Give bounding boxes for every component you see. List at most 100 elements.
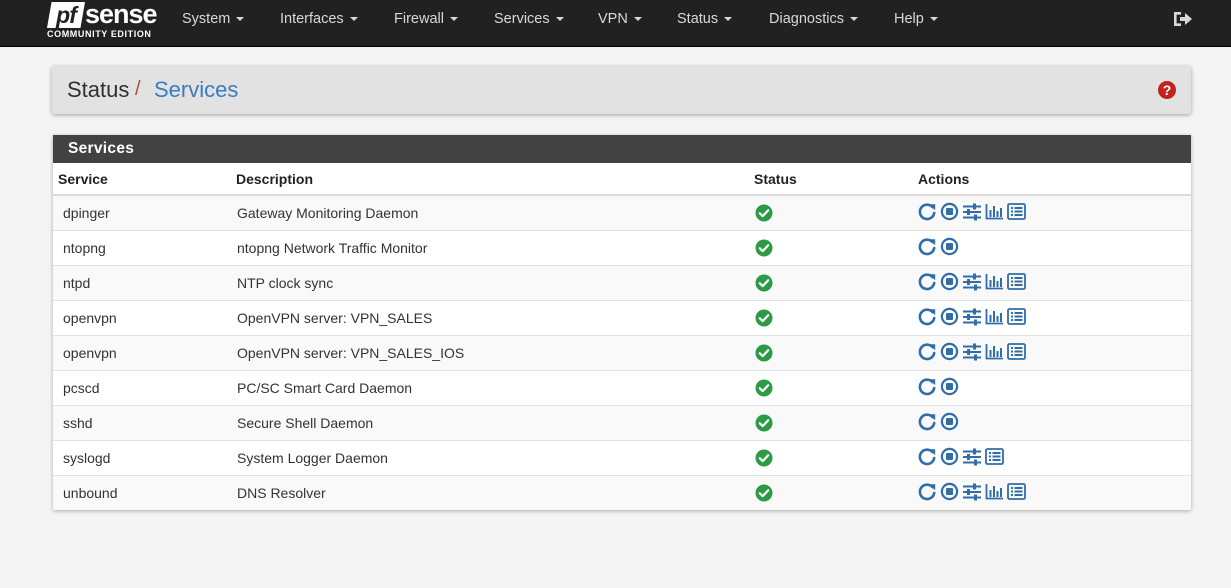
logs-icon[interactable] <box>1007 483 1026 503</box>
service-description: Secure Shell Daemon <box>231 405 749 441</box>
status-graph-icon[interactable] <box>985 308 1004 328</box>
panel-title: Services <box>68 140 135 157</box>
status-graph-icon[interactable] <box>985 273 1004 293</box>
restart-icon[interactable] <box>917 237 937 260</box>
status-graph-icon[interactable] <box>985 483 1004 503</box>
nav-diagnostics[interactable]: Diagnostics <box>769 0 858 38</box>
service-status <box>749 194 913 231</box>
running-status-icon <box>755 484 773 502</box>
settings-icon[interactable] <box>962 343 982 364</box>
restart-icon[interactable] <box>917 342 937 365</box>
service-description: OpenVPN server: VPN_SALES <box>231 300 749 336</box>
caret-down-icon <box>929 17 938 22</box>
restart-icon[interactable] <box>917 202 937 225</box>
nav-status[interactable]: Status <box>677 0 733 38</box>
table-row: sshd Secure Shell Daemon <box>53 405 1191 441</box>
service-name: sshd <box>53 405 231 441</box>
service-name: ntpd <box>53 265 231 301</box>
caret-down-icon <box>724 17 733 22</box>
table-row: ntopng ntopng Network Traffic Monitor <box>53 230 1191 266</box>
service-actions <box>913 230 1191 266</box>
restart-icon[interactable] <box>917 412 937 435</box>
page-title[interactable]: Services <box>154 77 238 103</box>
stop-icon[interactable] <box>940 272 959 294</box>
pfsense-logo[interactable]: pf sense COMMUNITY EDITION <box>47 0 158 42</box>
logout-icon[interactable] <box>1172 9 1194 29</box>
service-actions <box>913 335 1191 371</box>
logs-icon[interactable] <box>1007 343 1026 363</box>
nav-vpn[interactable]: VPN <box>598 0 642 38</box>
services-table: Service Description Status Actions dping… <box>53 163 1191 510</box>
stop-icon[interactable] <box>940 307 959 329</box>
settings-icon[interactable] <box>962 308 982 329</box>
breadcrumb-parent[interactable]: Status <box>67 77 129 103</box>
stop-icon[interactable] <box>940 342 959 364</box>
stop-icon[interactable] <box>940 237 959 259</box>
stop-icon[interactable] <box>940 377 959 399</box>
service-actions <box>913 405 1191 441</box>
panel-heading: Services <box>53 135 1191 163</box>
settings-icon[interactable] <box>962 203 982 224</box>
service-status <box>749 405 913 441</box>
nav-help-label: Help <box>894 11 924 27</box>
service-description: PC/SC Smart Card Daemon <box>231 370 749 406</box>
service-description: DNS Resolver <box>231 475 749 510</box>
running-status-icon <box>755 274 773 292</box>
running-status-icon <box>755 204 773 222</box>
stop-icon[interactable] <box>940 412 959 434</box>
caret-down-icon <box>633 17 642 22</box>
column-header-status: Status <box>749 163 913 196</box>
logo-pf-mark: pf <box>47 2 85 28</box>
service-name: openvpn <box>53 335 231 371</box>
restart-icon[interactable] <box>917 482 937 505</box>
nav-interfaces-label: Interfaces <box>280 11 344 27</box>
service-description: ntopng Network Traffic Monitor <box>231 230 749 266</box>
status-graph-icon[interactable] <box>985 343 1004 363</box>
settings-icon[interactable] <box>962 448 982 469</box>
settings-icon[interactable] <box>962 273 982 294</box>
logo-edition-text: COMMUNITY EDITION <box>47 29 152 39</box>
nav-services[interactable]: Services <box>494 0 564 38</box>
logs-icon[interactable] <box>1007 308 1026 328</box>
status-graph-icon[interactable] <box>985 203 1004 223</box>
stop-icon[interactable] <box>940 202 959 224</box>
running-status-icon <box>755 414 773 432</box>
service-status <box>749 475 913 510</box>
restart-icon[interactable] <box>917 307 937 330</box>
table-row: openvpn OpenVPN server: VPN_SALES_IOS <box>53 335 1191 371</box>
logs-icon[interactable] <box>985 448 1004 468</box>
running-status-icon <box>755 379 773 397</box>
table-row: openvpn OpenVPN server: VPN_SALES <box>53 300 1191 336</box>
settings-icon[interactable] <box>962 483 982 504</box>
restart-icon[interactable] <box>917 272 937 295</box>
stop-icon[interactable] <box>940 482 959 504</box>
service-name: pcscd <box>53 370 231 406</box>
nav-vpn-label: VPN <box>598 11 628 27</box>
nav-firewall-label: Firewall <box>394 11 444 27</box>
service-description: Gateway Monitoring Daemon <box>231 194 749 231</box>
running-status-icon <box>755 309 773 327</box>
logs-icon[interactable] <box>1007 273 1026 293</box>
nav-system-label: System <box>182 11 231 27</box>
restart-icon[interactable] <box>917 377 937 400</box>
service-status <box>749 335 913 371</box>
service-status <box>749 370 913 406</box>
column-header-actions: Actions <box>913 163 1191 196</box>
nav-help[interactable]: Help <box>894 0 938 38</box>
restart-icon[interactable] <box>917 447 937 470</box>
nav-system[interactable]: System <box>182 0 245 38</box>
nav-firewall[interactable]: Firewall <box>394 0 458 38</box>
service-description: NTP clock sync <box>231 265 749 301</box>
help-icon[interactable]: ? <box>1158 81 1176 99</box>
service-status <box>749 265 913 301</box>
service-actions <box>913 300 1191 336</box>
service-status <box>749 230 913 266</box>
stop-icon[interactable] <box>940 447 959 469</box>
column-header-service: Service <box>53 163 231 196</box>
services-table-body: dpinger Gateway Monitoring Daemon ntopng nt… <box>53 194 1191 510</box>
running-status-icon <box>755 239 773 257</box>
service-actions <box>913 370 1191 406</box>
logs-icon[interactable] <box>1007 203 1026 223</box>
nav-interfaces[interactable]: Interfaces <box>280 0 358 38</box>
breadcrumb-separator: / <box>135 78 141 100</box>
